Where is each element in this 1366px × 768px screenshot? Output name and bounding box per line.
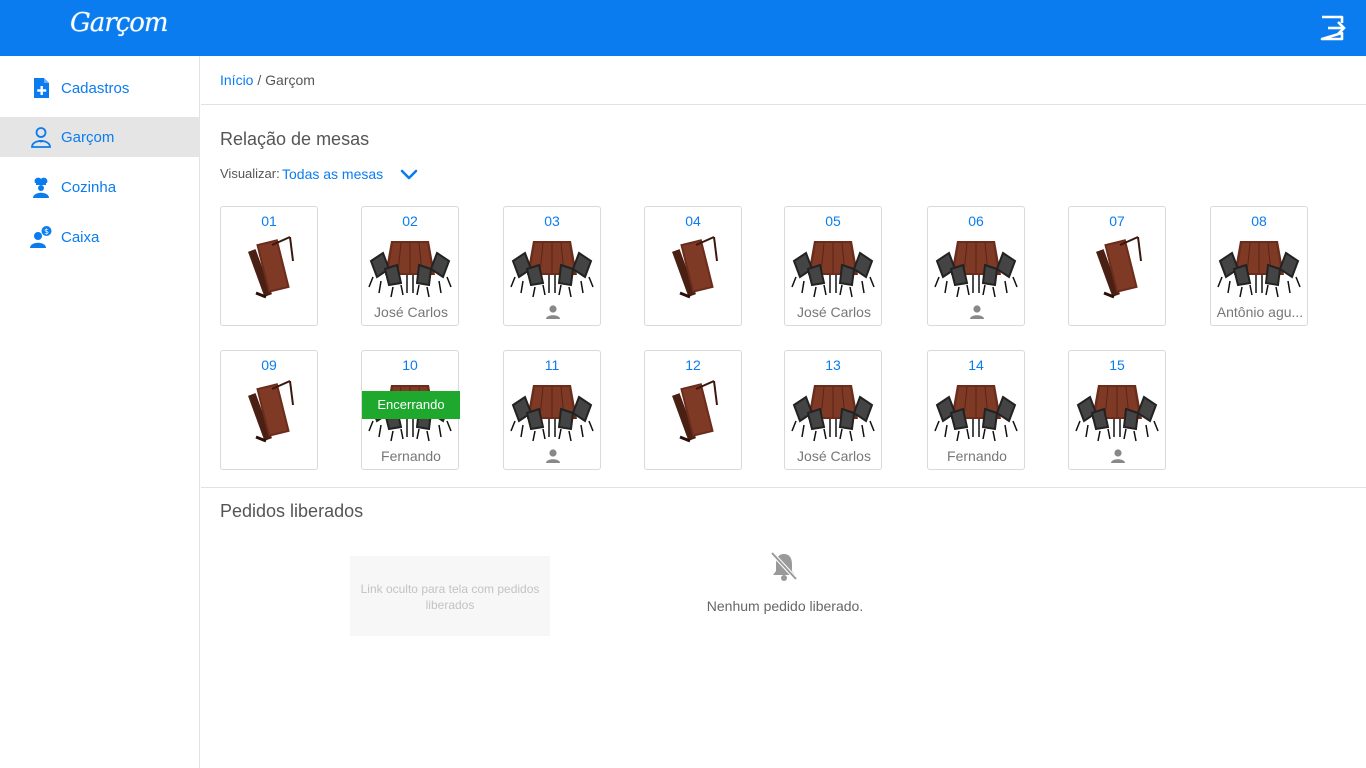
table-card[interactable]: 13 José Carlos — [784, 350, 882, 470]
main-content: Início / Garçom Relação de mesas Visuali… — [201, 56, 1366, 768]
folded-table-icon — [650, 379, 736, 443]
logout-icon[interactable] — [1318, 13, 1348, 43]
svg-text:$: $ — [44, 227, 49, 236]
table-number: 14 — [968, 357, 984, 373]
sidebar-item-label: Garçom — [61, 128, 115, 146]
breadcrumb-home-link[interactable]: Início — [220, 72, 253, 88]
folded-table-icon — [226, 379, 312, 443]
table-with-chairs-icon — [790, 379, 876, 443]
table-card[interactable]: 01 — [220, 206, 318, 326]
table-card[interactable]: 05 José Carlos — [784, 206, 882, 326]
cashier-icon: $ — [30, 226, 52, 248]
table-card[interactable]: 15 — [1068, 350, 1166, 470]
sidebar: Cadastros Garçom Cozinha $ Caixa — [0, 56, 200, 768]
table-card[interactable]: 07 — [1068, 206, 1166, 326]
divider — [201, 487, 1366, 488]
person-icon — [969, 304, 985, 320]
person-icon — [1110, 448, 1126, 464]
table-with-chairs-icon — [1074, 379, 1160, 443]
table-card[interactable]: 12 — [644, 350, 742, 470]
sidebar-item-label: Cadastros — [61, 79, 130, 97]
person-icon — [545, 304, 561, 320]
table-with-chairs-icon — [933, 235, 1019, 299]
empty-orders-message: Nenhum pedido liberado. — [706, 598, 864, 614]
table-number: 11 — [544, 357, 560, 373]
table-number: 01 — [261, 213, 277, 229]
table-waiter-name: Antônio agu... — [1216, 304, 1304, 320]
orders-section-title: Pedidos liberados — [220, 501, 364, 521]
folded-table-icon — [650, 235, 736, 299]
app-logo[interactable]: Garçom — [70, 8, 169, 38]
divider — [201, 104, 1366, 105]
tables-section-title: Relação de mesas — [220, 129, 370, 149]
table-number: 12 — [685, 357, 701, 373]
table-waiter-name: José Carlos — [797, 448, 871, 464]
table-card[interactable]: 06 — [927, 206, 1025, 326]
waiter-icon — [31, 127, 51, 148]
sidebar-item-garcom[interactable]: Garçom — [0, 117, 200, 157]
table-card[interactable]: 10 Fernando Encerrando — [361, 350, 460, 470]
table-with-chairs-icon — [933, 379, 1019, 443]
table-waiter-name: Fernando — [381, 448, 441, 464]
table-with-chairs-icon — [509, 379, 595, 443]
chevron-down-icon[interactable] — [398, 163, 420, 185]
table-number: 15 — [1109, 357, 1125, 373]
table-card[interactable]: 08 Antônio agu... — [1210, 206, 1308, 326]
bell-off-icon — [770, 551, 798, 581]
breadcrumb-separator: / — [253, 72, 266, 88]
breadcrumb-current: Garçom — [265, 72, 315, 88]
table-card[interactable]: 04 — [644, 206, 742, 326]
table-number: 13 — [825, 357, 841, 373]
chef-icon — [33, 177, 49, 198]
table-with-chairs-icon — [1216, 235, 1302, 299]
table-number: 05 — [825, 213, 841, 229]
sidebar-item-label: Caixa — [61, 228, 100, 246]
status-badge: Encerrando — [362, 391, 460, 419]
folded-table-icon — [1074, 235, 1160, 299]
table-number: 02 — [402, 213, 418, 229]
hidden-orders-link[interactable]: Link oculto para tela com pedidos libera… — [350, 556, 550, 636]
table-number: 03 — [544, 213, 560, 229]
table-waiter-name: Fernando — [947, 448, 1007, 464]
table-card[interactable]: 03 — [503, 206, 601, 326]
sidebar-item-label: Cozinha — [61, 178, 117, 196]
table-with-chairs-icon — [509, 235, 595, 299]
person-icon — [545, 448, 561, 464]
breadcrumb: Início / Garçom — [220, 72, 315, 88]
table-number: 09 — [261, 357, 277, 373]
table-number: 08 — [1251, 213, 1267, 229]
table-card[interactable]: 14 Fernando — [927, 350, 1025, 470]
folded-table-icon — [226, 235, 312, 299]
table-card[interactable]: 11 — [503, 350, 601, 470]
table-card[interactable]: 02 José Carlos — [361, 206, 459, 326]
sidebar-item-cadastros[interactable]: Cadastros — [0, 68, 200, 108]
top-bar: Garçom — [0, 0, 1366, 56]
sidebar-item-cozinha[interactable]: Cozinha — [0, 167, 200, 207]
table-with-chairs-icon — [790, 235, 876, 299]
table-with-chairs-icon — [367, 235, 453, 299]
table-number: 06 — [968, 213, 984, 229]
filter-select[interactable]: Todas as mesas — [282, 166, 383, 182]
table-waiter-name: José Carlos — [374, 304, 448, 320]
table-number: 07 — [1109, 213, 1125, 229]
table-number: 10 — [402, 357, 418, 373]
filter-label: Visualizar: — [220, 166, 280, 181]
table-number: 04 — [685, 213, 701, 229]
sidebar-item-caixa[interactable]: $ Caixa — [0, 217, 200, 257]
table-waiter-name: José Carlos — [797, 304, 871, 320]
add-file-icon — [34, 78, 49, 98]
table-card[interactable]: 09 — [220, 350, 318, 470]
